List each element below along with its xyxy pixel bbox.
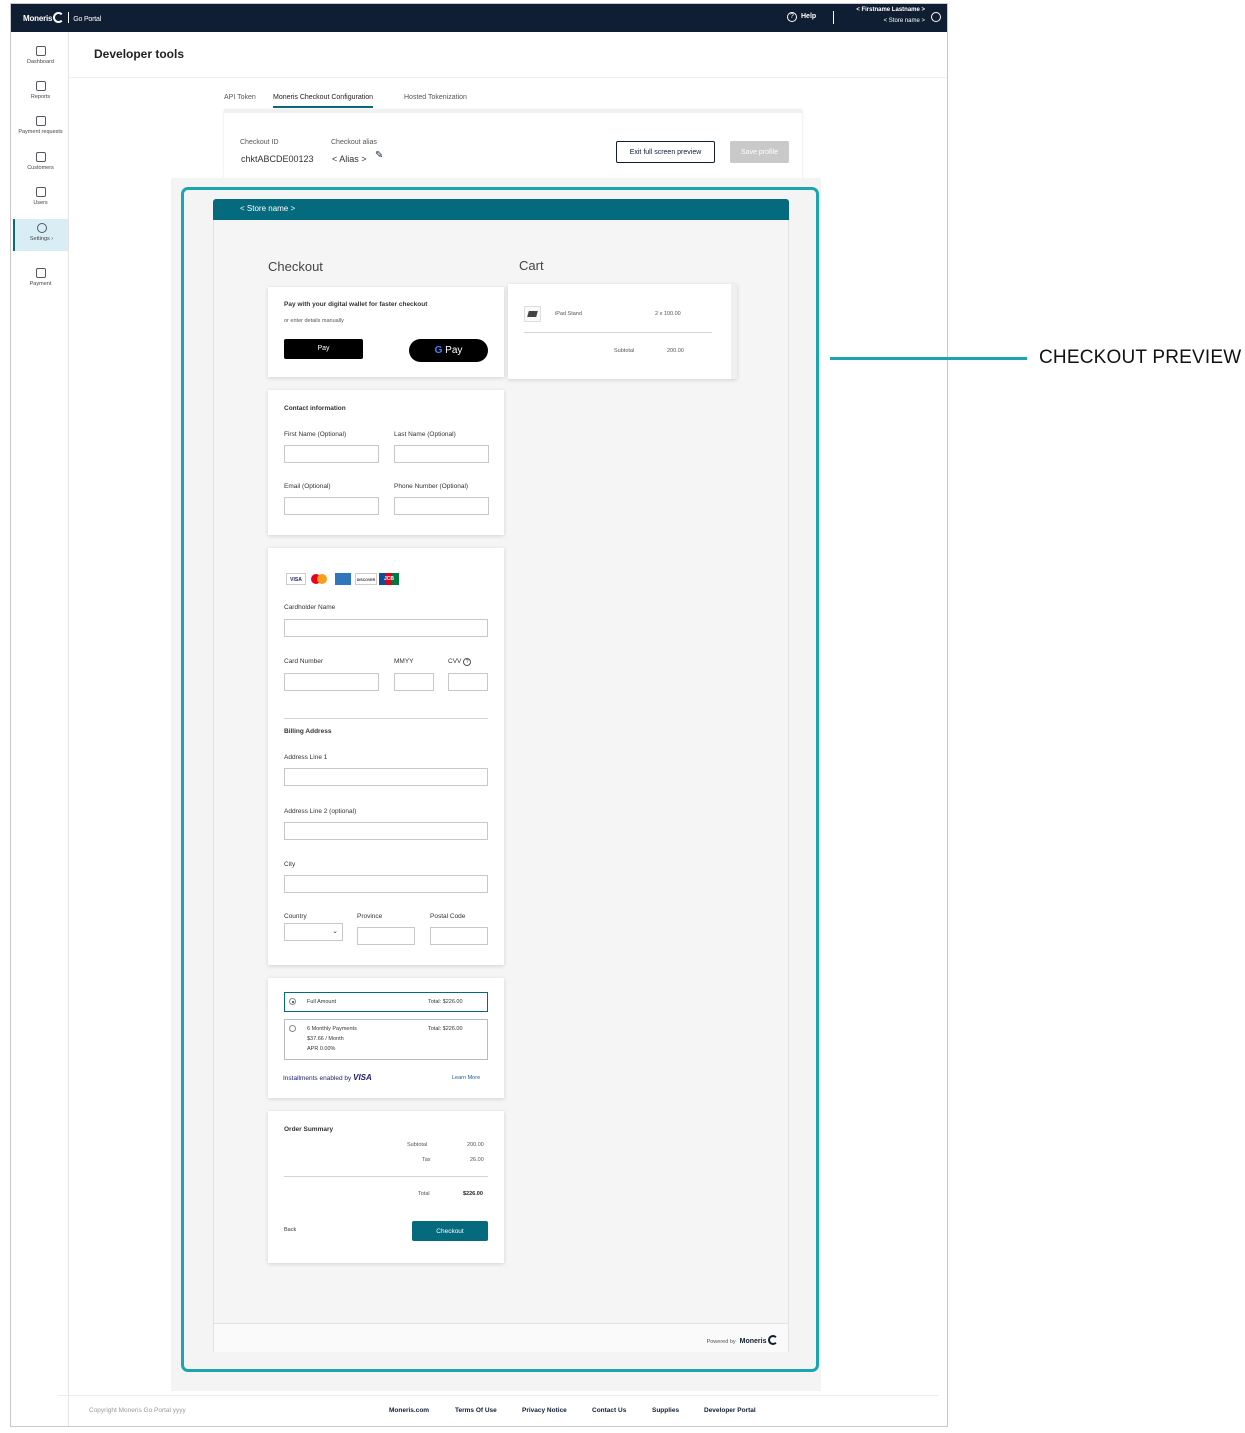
customers-icon <box>35 152 46 162</box>
page-title: Developer tools <box>94 47 185 61</box>
sidebar-item-payment-requests[interactable]: Payment requests <box>13 112 68 144</box>
header-divider <box>69 77 947 78</box>
page-footer-divider <box>58 1395 938 1396</box>
sidebar-item-label: Reports <box>30 94 51 100</box>
annotation-connector-line <box>830 357 1027 360</box>
sidebar-item-label: Customers <box>27 165 54 171</box>
save-profile-button[interactable]: Save profile <box>730 141 789 163</box>
checkout-preview-annotation: CHECKOUT PREVIEW <box>1039 347 1242 368</box>
sidebar-item-payment[interactable]: Payment <box>13 264 68 296</box>
brand-name: Moneris <box>23 14 53 23</box>
exit-full-screen-preview-button[interactable]: Exit full screen preview <box>616 141 715 163</box>
sidebar-item-label: Settings <box>29 236 50 242</box>
moneris-logo[interactable]: Moneris Go Portal <box>23 12 101 23</box>
settings-icon <box>36 223 47 233</box>
sidebar-item-reports[interactable]: Reports <box>13 77 68 109</box>
topbar-divider <box>833 11 834 24</box>
checkout-preview-highlight <box>181 187 819 1372</box>
user-name[interactable]: < Firstname Lastname > <box>856 7 925 13</box>
footer-link-moneris[interactable]: Moneris.com <box>389 1407 429 1414</box>
user-profile-icon[interactable] <box>931 12 941 22</box>
sidebar-item-label: Payment requests <box>18 129 63 135</box>
payment-icon <box>35 268 46 278</box>
store-name[interactable]: < Store name > <box>884 18 925 24</box>
sidebar-item-label: Users <box>33 200 48 206</box>
checkout-alias-label: Checkout alias <box>331 139 377 146</box>
help-label: Help <box>801 13 817 20</box>
dashboard-icon <box>35 46 46 56</box>
sidebar-item-settings[interactable]: Settings › <box>13 219 68 251</box>
sidebar-item-dashboard[interactable]: Dashboard <box>13 42 68 74</box>
footer-link-supplies[interactable]: Supplies <box>652 1407 679 1414</box>
footer-link-developer-portal[interactable]: Developer Portal <box>704 1407 756 1414</box>
copyright-text: Copyright Moneris Go Portal yyyy <box>89 1407 186 1414</box>
footer-link-contact[interactable]: Contact Us <box>592 1407 626 1414</box>
help-link[interactable]: ? Help <box>787 12 816 22</box>
footer-link-terms[interactable]: Terms Of Use <box>455 1407 497 1414</box>
edit-pencil-icon[interactable]: ✎ <box>375 150 383 161</box>
footer-link-privacy[interactable]: Privacy Notice <box>522 1407 567 1414</box>
sidebar-item-users[interactable]: Users <box>13 183 68 215</box>
tab-moneris-checkout-configuration[interactable]: Moneris Checkout Configuration <box>273 94 373 108</box>
checkout-id-value: chktABCDE00123 <box>241 154 314 164</box>
checkout-config-bar: Checkout ID chktABCDE00123 Checkout alia… <box>224 109 802 179</box>
sidebar-item-customers[interactable]: Customers <box>13 148 68 180</box>
checkout-id-label: Checkout ID <box>240 139 279 146</box>
users-icon <box>35 187 46 197</box>
tab-hosted-tokenization[interactable]: Hosted Tokenization <box>404 94 467 106</box>
payment-requests-icon <box>35 116 46 126</box>
reports-icon <box>35 81 46 91</box>
portal-name: Go Portal <box>73 16 102 23</box>
moneris-swirl-icon <box>53 12 65 23</box>
help-icon: ? <box>787 12 797 22</box>
top-bar: Moneris Go Portal ? Help < Firstname Lastn… <box>11 4 947 32</box>
sidebar-item-label: Payment <box>29 281 52 287</box>
sidebar-item-label: Dashboard <box>27 59 54 65</box>
tab-api-token[interactable]: API Token <box>224 94 256 106</box>
sidebar: Dashboard Reports Payment requests Custo… <box>11 32 69 1426</box>
checkout-alias-value: < Alias > <box>332 154 367 164</box>
